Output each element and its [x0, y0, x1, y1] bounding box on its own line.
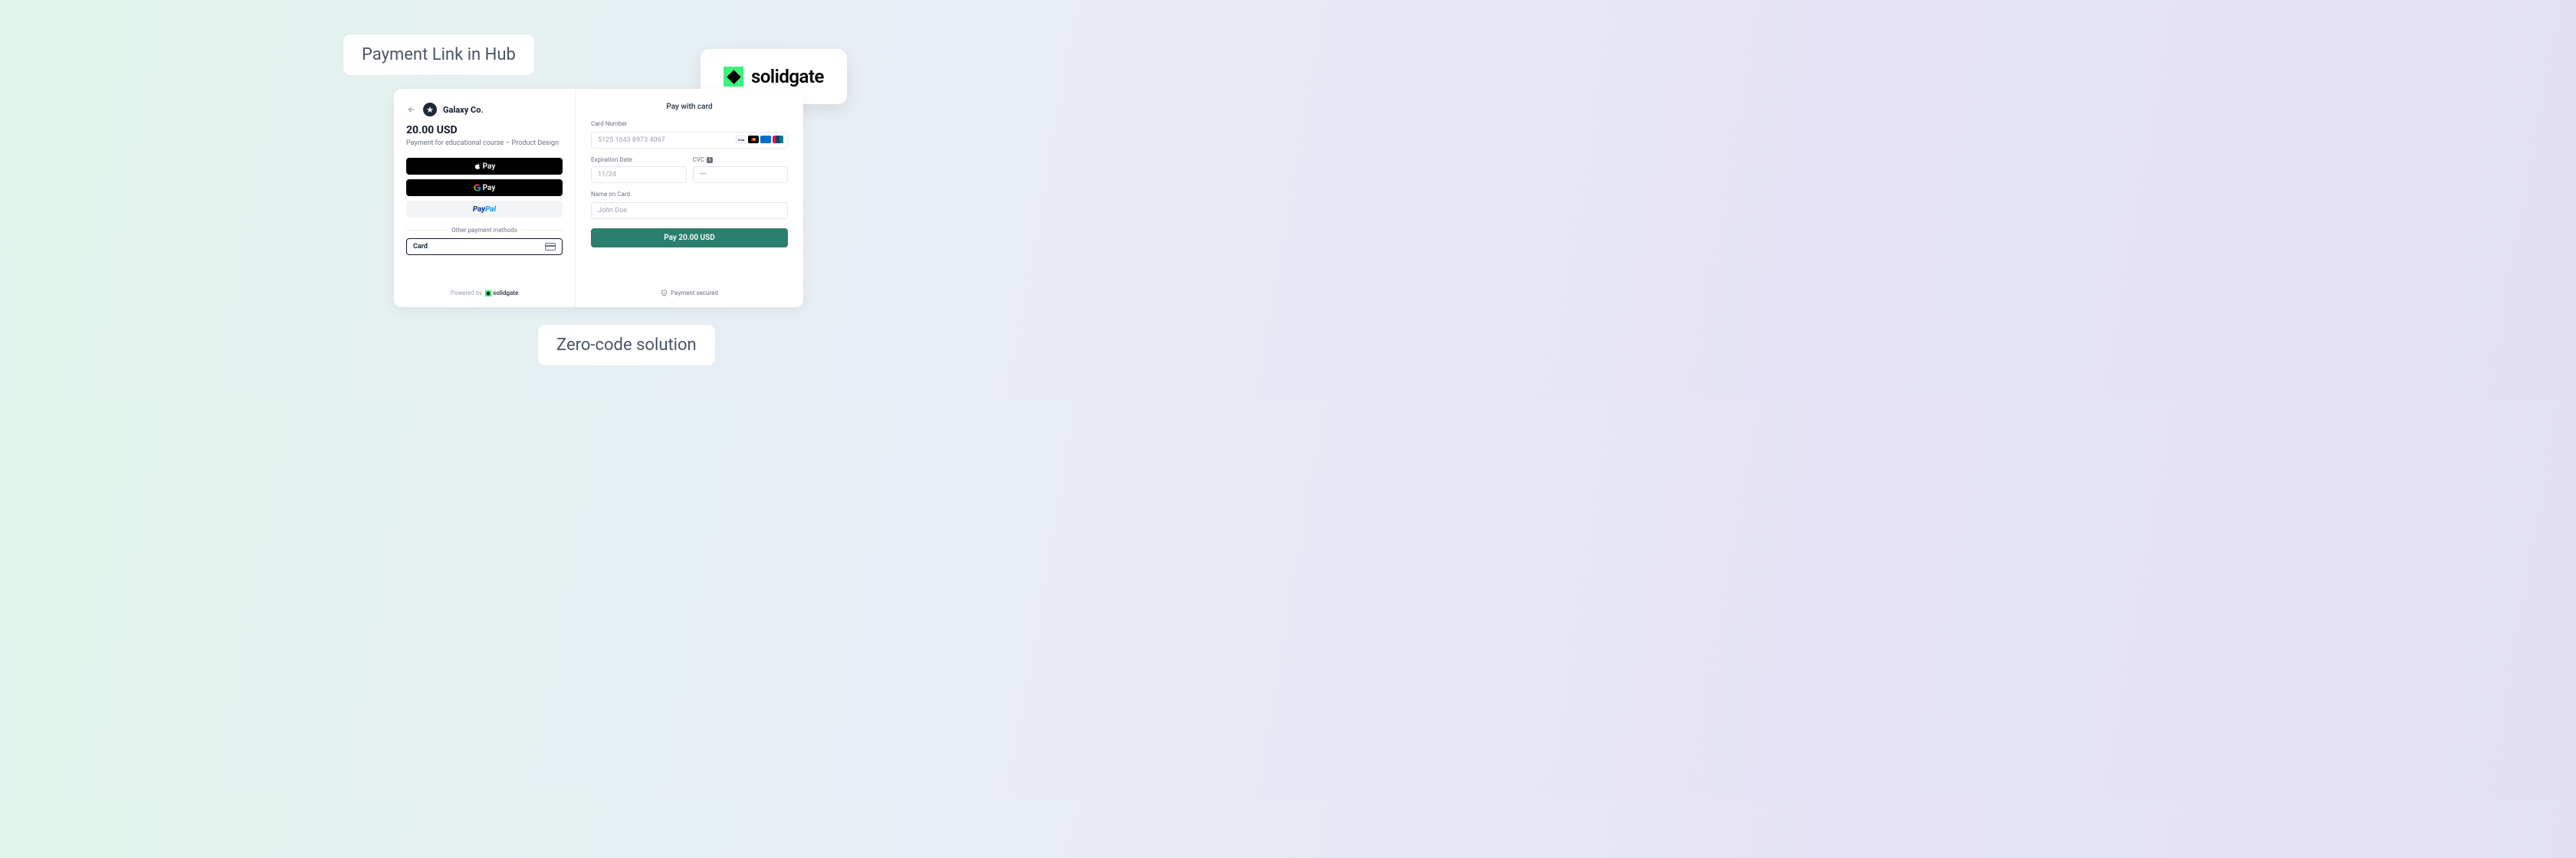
- card-brand-icons: VISA: [736, 136, 783, 143]
- payment-secured-row: Payment secured: [591, 290, 788, 296]
- unionpay-icon: [773, 136, 783, 143]
- google-pay-button[interactable]: Pay: [406, 179, 563, 196]
- card-payment-option[interactable]: Card: [406, 238, 563, 255]
- solidgate-logo-icon: [724, 67, 743, 87]
- promo-label-bottom: Zero-code solution: [537, 324, 716, 366]
- brand-name: solidgate: [751, 66, 824, 87]
- card-option-label: Card: [413, 243, 428, 251]
- merchant-row: Galaxy Co.: [406, 103, 563, 116]
- powered-by-text: Powered by: [451, 290, 482, 296]
- merchant-logo-icon: [423, 103, 437, 116]
- cvc-label: CVC i: [693, 156, 789, 163]
- merchant-name: Galaxy Co.: [443, 105, 484, 115]
- cvc-input[interactable]: [693, 166, 789, 183]
- shield-icon: [661, 290, 668, 296]
- form-title: Pay with card: [591, 103, 788, 111]
- name-label: Name on Card: [591, 191, 788, 198]
- visa-icon: VISA: [736, 136, 747, 143]
- paypal-label: PayPal: [473, 205, 496, 214]
- card-number-label: Card Number: [591, 120, 788, 127]
- expiration-input[interactable]: [591, 166, 687, 183]
- promo-label-top: Payment Link in Hub: [343, 34, 535, 76]
- google-pay-label: Pay: [483, 184, 496, 192]
- powered-by-logo: solidgate: [485, 290, 518, 296]
- google-icon: [474, 184, 481, 192]
- apple-pay-label: Pay: [483, 162, 496, 171]
- powered-by-row: Powered by solidgate: [406, 279, 563, 296]
- back-arrow-icon[interactable]: [406, 104, 417, 115]
- apple-icon: [474, 162, 481, 170]
- payment-divider: Other payment methods: [406, 227, 563, 234]
- amex-icon: [760, 136, 771, 143]
- checkout-right-panel: Pay with card Card Number VISA Expiratio…: [576, 89, 803, 307]
- payment-amount: 20.00 USD: [406, 124, 563, 136]
- powered-brand-name: solidgate: [493, 290, 518, 296]
- mastercard-icon: [748, 136, 759, 143]
- name-input[interactable]: [591, 202, 788, 219]
- checkout-card: Galaxy Co. 20.00 USD Payment for educati…: [394, 89, 803, 307]
- card-icon: [545, 243, 556, 251]
- apple-pay-button[interactable]: Pay: [406, 158, 563, 175]
- paypal-button[interactable]: PayPal: [406, 201, 563, 218]
- divider-label: Other payment methods: [451, 227, 517, 234]
- payment-description: Payment for educational course – Product…: [406, 139, 563, 147]
- checkout-left-panel: Galaxy Co. 20.00 USD Payment for educati…: [394, 89, 576, 307]
- secured-text: Payment secured: [671, 290, 718, 296]
- info-icon[interactable]: i: [707, 157, 713, 163]
- pay-submit-button[interactable]: Pay 20.00 USD: [591, 228, 788, 247]
- expiration-label: Expiration Date: [591, 156, 687, 163]
